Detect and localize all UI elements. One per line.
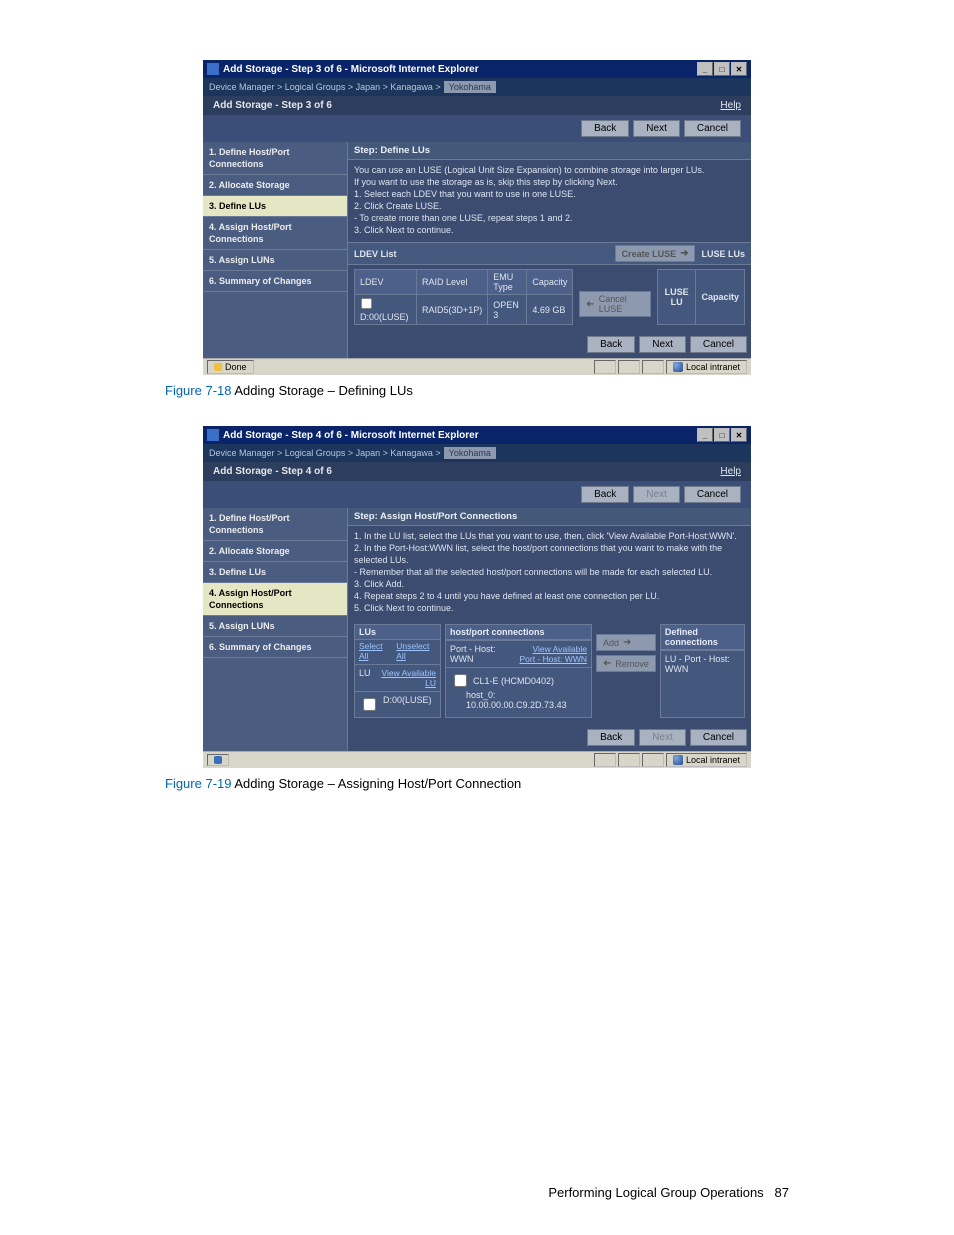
step-2-b[interactable]: 2. Allocate Storage xyxy=(203,541,347,562)
cancel-button-b[interactable]: Cancel xyxy=(684,486,741,503)
breadcrumb-current: Yokohama xyxy=(444,81,496,93)
status-done-b xyxy=(207,754,229,766)
ldev-list-header: LDEV List Create LUSE LUSE LUs xyxy=(348,242,751,265)
lu-checkbox[interactable] xyxy=(363,698,376,711)
next-button-b2[interactable]: Next xyxy=(639,729,686,746)
step-4[interactable]: 4. Assign Host/Port Connections xyxy=(203,217,347,250)
defined-column: Defined connections LU - Port - Host: WW… xyxy=(660,624,745,718)
step-5[interactable]: 5. Assign LUNs xyxy=(203,250,347,271)
next-button-2[interactable]: Next xyxy=(639,336,686,353)
step-1-b[interactable]: 1. Define Host/Port Connections xyxy=(203,508,347,541)
select-all-link[interactable]: Select All xyxy=(359,641,390,661)
top-button-row: Back Next Cancel xyxy=(203,115,751,142)
content-area-b: Step: Assign Host/Port Connections 1. In… xyxy=(348,508,751,751)
wizard-sidebar: 1. Define Host/Port Connections 2. Alloc… xyxy=(203,142,348,358)
step-3-b[interactable]: 3. Define LUs xyxy=(203,562,347,583)
figure-b-window: Add Storage - Step 4 of 6 - Microsoft In… xyxy=(203,426,751,768)
title-bar-b: Add Storage - Step 4 of 6 - Microsoft In… xyxy=(203,426,751,444)
maximize-button[interactable]: □ xyxy=(714,428,730,442)
minimize-button[interactable]: _ xyxy=(697,62,713,76)
step-header: Step: Define LUs xyxy=(348,142,751,160)
step-title-bar-b: Add Storage - Step 4 of 6 Help xyxy=(203,462,751,481)
view-available-phw-link[interactable]: View Available Port - Host: WWN xyxy=(519,644,587,664)
help-link[interactable]: Help xyxy=(720,100,741,111)
zone-icon xyxy=(673,362,683,372)
ie-icon xyxy=(207,63,219,75)
close-button[interactable]: ✕ xyxy=(731,428,747,442)
step-6-b[interactable]: 6. Summary of Changes xyxy=(203,637,347,658)
action-buttons: Add Remove xyxy=(596,624,656,718)
conn-row[interactable]: CL1-E (HCMD0402) host_0: 10.00.00.00.C9.… xyxy=(446,667,591,713)
maximize-button[interactable]: □ xyxy=(714,62,730,76)
cancel-button[interactable]: Cancel xyxy=(684,120,741,137)
next-button-b[interactable]: Next xyxy=(633,486,680,503)
add-button[interactable]: Add xyxy=(596,634,656,651)
cancel-luse-button[interactable]: Cancel LUSE xyxy=(579,291,650,317)
security-zone: Local intranet xyxy=(666,360,747,374)
page-footer: Performing Logical Group Operations 87 xyxy=(548,1185,789,1200)
step-3[interactable]: 3. Define LUs xyxy=(203,196,347,217)
content-area: Step: Define LUs You can use an LUSE (Lo… xyxy=(348,142,751,358)
top-button-row-b: Back Next Cancel xyxy=(203,481,751,508)
cancel-button-b2[interactable]: Cancel xyxy=(690,729,747,746)
ldev-checkbox[interactable] xyxy=(361,298,372,309)
close-button[interactable]: ✕ xyxy=(731,62,747,76)
back-button-2[interactable]: Back xyxy=(587,336,635,353)
step-title: Add Storage - Step 3 of 6 xyxy=(213,100,332,111)
minimize-button[interactable]: _ xyxy=(697,428,713,442)
zone-icon xyxy=(673,755,683,765)
back-button[interactable]: Back xyxy=(581,120,629,137)
wizard-sidebar-b: 1. Define Host/Port Connections 2. Alloc… xyxy=(203,508,348,751)
triple-panel: LUs Select All Unselect All LU View Avai… xyxy=(348,620,751,724)
step-4-b[interactable]: 4. Assign Host/Port Connections xyxy=(203,583,347,616)
conn-checkbox[interactable] xyxy=(454,674,467,687)
status-bar: Done Local intranet xyxy=(203,358,751,375)
step-6[interactable]: 6. Summary of Changes xyxy=(203,271,347,292)
figure-1-caption: Figure 7-18 Adding Storage – Defining LU… xyxy=(165,383,789,398)
step-1[interactable]: 1. Define Host/Port Connections xyxy=(203,142,347,175)
figure-a-window: Add Storage - Step 3 of 6 - Microsoft In… xyxy=(203,60,751,375)
instructions-b: 1. In the LU list, select the LUs that y… xyxy=(348,526,751,620)
step-header-b: Step: Assign Host/Port Connections xyxy=(348,508,751,526)
remove-button[interactable]: Remove xyxy=(596,655,656,672)
step-2[interactable]: 2. Allocate Storage xyxy=(203,175,347,196)
help-link-b[interactable]: Help xyxy=(720,466,741,477)
luse-lus-label: LUSE LUs xyxy=(701,249,745,259)
window-title-b: Add Storage - Step 4 of 6 - Microsoft In… xyxy=(223,430,479,441)
breadcrumb-b: Device Manager > Logical Groups > Japan … xyxy=(203,444,751,462)
ldev-row[interactable]: D:00(LUSE) RAID5(3D+1P) OPEN 3 4.69 GB xyxy=(355,295,573,325)
view-available-lu-link[interactable]: View Available LU xyxy=(375,668,436,688)
luse-table: LUSE LUCapacity xyxy=(657,269,745,325)
mid-button-row: Back Next Cancel xyxy=(348,331,751,358)
unselect-all-link[interactable]: Unselect All xyxy=(396,641,436,661)
mid-button-row-b: Back Next Cancel xyxy=(348,724,751,751)
create-luse-button[interactable]: Create LUSE xyxy=(615,245,696,262)
status-bar-b: Local intranet xyxy=(203,751,751,768)
back-button-b[interactable]: Back xyxy=(581,486,629,503)
breadcrumb: Device Manager > Logical Groups > Japan … xyxy=(203,78,751,96)
hostport-column: host/port connections Port - Host: WWN V… xyxy=(445,624,592,718)
title-bar: Add Storage - Step 3 of 6 - Microsoft In… xyxy=(203,60,751,78)
window-title: Add Storage - Step 3 of 6 - Microsoft In… xyxy=(223,64,479,75)
back-button-b2[interactable]: Back xyxy=(587,729,635,746)
ie-icon xyxy=(207,429,219,441)
status-done: Done xyxy=(207,360,254,374)
lus-column: LUs Select All Unselect All LU View Avai… xyxy=(354,624,441,718)
instructions: You can use an LUSE (Logical Unit Size E… xyxy=(348,160,751,242)
cancel-button-2[interactable]: Cancel xyxy=(690,336,747,353)
ldev-table: LDEV RAID Level EMU Type Capacity D:00(L… xyxy=(354,269,573,325)
step-5-b[interactable]: 5. Assign LUNs xyxy=(203,616,347,637)
figure-2-caption: Figure 7-19 Adding Storage – Assigning H… xyxy=(165,776,789,791)
next-button[interactable]: Next xyxy=(633,120,680,137)
step-title-bar: Add Storage - Step 3 of 6 Help xyxy=(203,96,751,115)
lu-row[interactable]: D:00(LUSE) xyxy=(355,691,440,717)
